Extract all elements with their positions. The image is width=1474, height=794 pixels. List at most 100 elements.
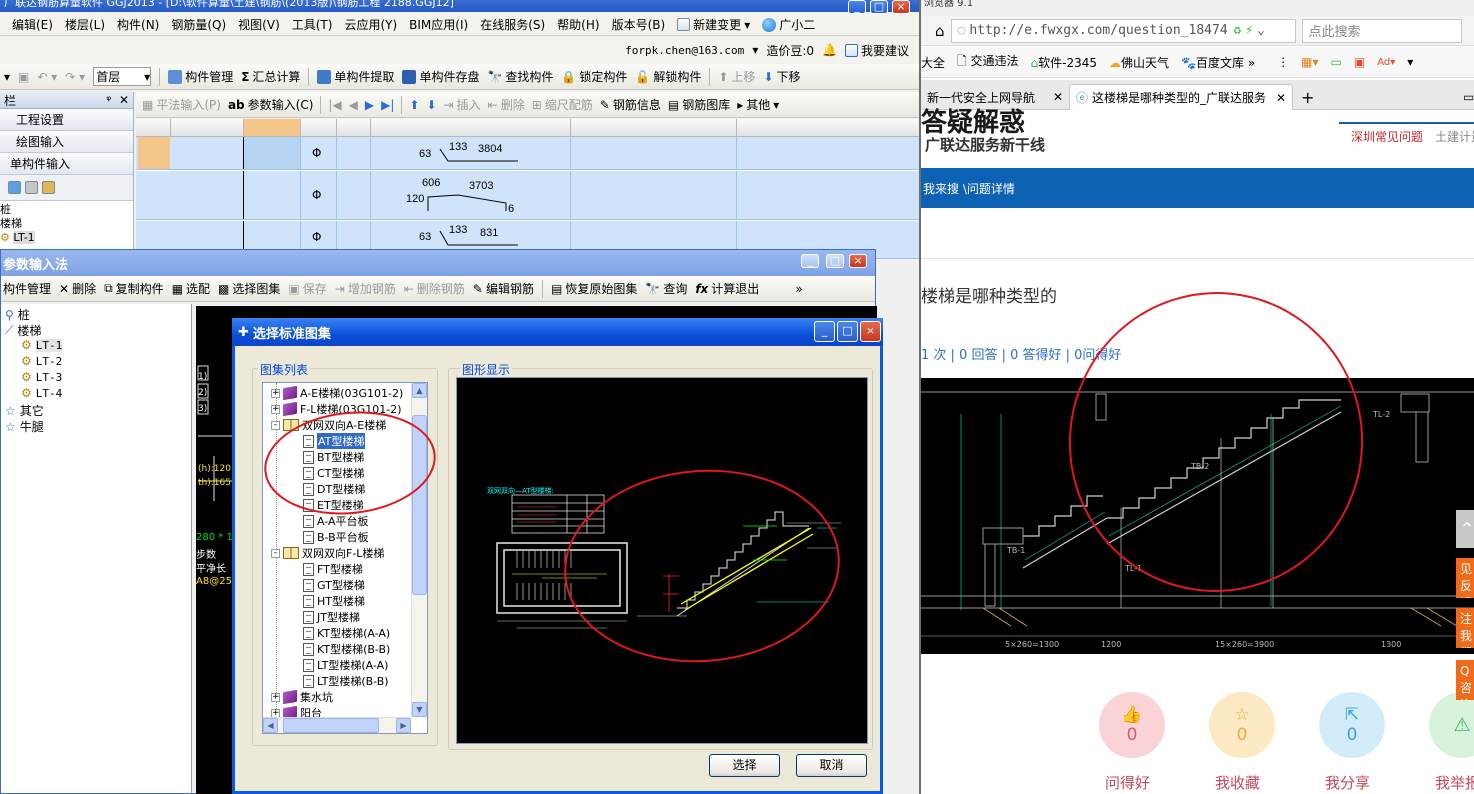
find-component-button[interactable]: 🔭 查找构件 xyxy=(487,68,553,85)
single-extract-button[interactable]: 单构件提取 xyxy=(317,68,394,85)
rebar-library-button[interactable]: ▤ 钢筋图库 xyxy=(668,96,730,113)
tree-node-lt1[interactable]: ⚙ LT-1 xyxy=(21,338,63,352)
query-button[interactable]: 🔭 查询 xyxy=(645,280,687,297)
atlas-list-item[interactable]: JT型楼梯 xyxy=(303,609,360,625)
table-row[interactable]: Φ 63 133 3804 xyxy=(136,137,919,170)
choose-atlas-button[interactable]: ▩ 选择图集 xyxy=(218,280,280,297)
apps-icon[interactable]: ▦▾ xyxy=(1301,55,1318,69)
nav-tree-item-lt1[interactable]: ⚙ LT-1 xyxy=(0,231,133,245)
atlas-list-item[interactable]: KT型楼梯(A-A) xyxy=(303,625,390,641)
atlas-list-item[interactable]: KT型楼梯(B-B) xyxy=(303,641,390,657)
param-close-button[interactable]: × xyxy=(849,254,867,268)
atlas-list-item[interactable]: + A-E楼梯(03G101-2) xyxy=(271,385,403,401)
menu-view[interactable]: 视图(V) xyxy=(232,16,286,33)
follow-tab[interactable]: 关注我们 xyxy=(1456,608,1474,648)
bookmark-2[interactable]: ⌂软件-2345 xyxy=(1031,54,1098,71)
scroll-right-icon[interactable]: ▶ xyxy=(396,718,411,733)
atlas-list-hscroll[interactable]: ◀ ▶ xyxy=(263,717,411,733)
table-row[interactable]: Φ 606 3703 120 6 xyxy=(136,171,919,220)
lock-component-button[interactable]: 🔒 锁定构件 xyxy=(561,68,627,85)
grid-cell[interactable] xyxy=(244,137,300,169)
atlas-list-item[interactable]: LT型楼梯(B-B) xyxy=(303,673,389,689)
menu-floor[interactable]: 楼层(L) xyxy=(59,16,111,33)
link-civil[interactable]: 土建计量 xyxy=(1435,128,1474,145)
move-up-button[interactable]: ⬆ 上移 xyxy=(718,68,755,85)
row-up-icon[interactable]: ⬆ xyxy=(409,98,419,112)
param-delete-button[interactable]: ✕ 删除 xyxy=(59,280,96,297)
param-minimize-button[interactable]: _ xyxy=(801,254,819,268)
dropdown-arrow-icon[interactable]: ▾ xyxy=(1407,55,1413,69)
other-button[interactable]: ▸ 其他 ▾ xyxy=(737,96,779,113)
tree-node-lt2[interactable]: ⚙ LT-2 xyxy=(21,354,62,368)
scroll-up-icon[interactable]: ▲ xyxy=(412,383,427,398)
overflow-chevron-icon[interactable]: » xyxy=(795,282,802,296)
collapse-icon[interactable]: - xyxy=(271,420,280,430)
good-question-button[interactable]: 👍 0 xyxy=(1099,692,1165,758)
calc-exit-button[interactable]: fx 计算退出 xyxy=(695,280,759,297)
rebar-info-button[interactable]: ✎ 钢筋信息 xyxy=(600,96,661,113)
search-input[interactable]: 点此搜索 xyxy=(1301,18,1462,43)
first-record-icon[interactable]: |◀ xyxy=(328,98,341,112)
menu-tools[interactable]: 工具(T) xyxy=(286,16,339,33)
menu-dots-icon[interactable]: ⋮ xyxy=(1277,55,1289,69)
atlas-list-item[interactable]: A-A平台板 xyxy=(303,513,369,529)
chevron-down-icon[interactable]: ⌄ xyxy=(1257,23,1265,38)
suggest-link[interactable]: 我要建议 xyxy=(844,42,909,59)
bookmark-4[interactable]: 🐾百度文库 » xyxy=(1181,54,1255,71)
menu-online[interactable]: 在线服务(S) xyxy=(474,16,551,33)
close-icon[interactable]: ✕ xyxy=(1276,91,1286,105)
menu-bim[interactable]: BIM应用(I) xyxy=(403,16,474,33)
folder-icon[interactable] xyxy=(42,181,55,194)
close-button[interactable]: × xyxy=(892,0,910,14)
single-save-button[interactable]: 单构件存盘 xyxy=(402,68,479,85)
tree-node-pile[interactable]: ⚲ 桩 xyxy=(5,306,30,323)
tree-node-stairs[interactable]: ⟋ 楼梯 xyxy=(5,322,41,339)
dropdown-arrow-icon[interactable]: ▾ xyxy=(752,43,758,57)
minimize-button[interactable]: _ xyxy=(848,0,866,14)
edit-rebar-button[interactable]: ✎ 编辑钢筋 xyxy=(473,280,534,297)
menu-assistant[interactable]: 广小二 xyxy=(756,16,821,33)
home-icon[interactable]: ⌂ xyxy=(935,22,945,40)
scale-rebar-button[interactable]: ⊞ 缩尺配筋 xyxy=(532,96,593,113)
qq-tab[interactable]: QQ咨询 xyxy=(1456,660,1474,700)
paste-icon[interactable] xyxy=(25,181,38,194)
dialog-maximize-button[interactable]: □ xyxy=(837,321,858,342)
favorite-button[interactable]: ☆ 0 xyxy=(1209,692,1275,758)
nav-tree-item-stairs[interactable]: 楼梯 xyxy=(0,217,133,231)
menu-version[interactable]: 版本号(B) xyxy=(606,16,672,33)
address-bar[interactable]: ◌ http://e.fwxgx.com/question_18474 ♻ ⚡ … xyxy=(950,18,1296,43)
flat-input-button[interactable]: ▦ 平法输入(P) xyxy=(142,96,221,113)
ad-icon[interactable]: Ad▾ xyxy=(1377,57,1395,68)
bell-icon[interactable]: 🔔 xyxy=(822,43,837,57)
tree-node-lt3[interactable]: ⚙ LT-3 xyxy=(21,370,62,384)
prev-record-icon[interactable]: ◀ xyxy=(349,98,358,112)
add-rebar-button[interactable]: ⇥ 增加钢筋 xyxy=(335,280,396,297)
floor-select[interactable]: 首层 ▾ xyxy=(93,67,152,86)
insert-button[interactable]: ⇥ 插入 xyxy=(444,96,481,113)
feedback-tab[interactable]: 意见反馈 xyxy=(1456,558,1474,598)
atlas-list-item[interactable]: HT型楼梯 xyxy=(303,593,365,609)
scroll-down-icon[interactable]: ▼ xyxy=(412,702,427,717)
link-shenzhen-faq[interactable]: 深圳常见问题 xyxy=(1351,128,1423,145)
nav-project-settings[interactable]: 工程设置 xyxy=(0,109,133,131)
menu-component[interactable]: 构件(N) xyxy=(111,16,165,33)
dialog-minimize-button[interactable]: _ xyxy=(814,321,835,342)
reader-icon[interactable]: ▭ xyxy=(1331,55,1342,69)
nav-drawing-input[interactable]: 绘图输入 xyxy=(0,131,133,153)
menu-edit[interactable]: 编辑(E) xyxy=(6,16,59,33)
atlas-list-item[interactable]: + 集水坑 xyxy=(271,689,333,705)
new-tab-button[interactable]: + xyxy=(1295,84,1320,110)
tree-node-lt4[interactable]: ⚙ LT-4 xyxy=(21,386,62,400)
expand-icon[interactable]: + xyxy=(271,404,280,414)
menu-new-change[interactable]: 新建变更 ▾ xyxy=(671,16,756,33)
component-manage-button[interactable]: 构件管理 xyxy=(168,68,233,85)
cancel-button[interactable]: 取消 xyxy=(796,754,867,777)
row-down-icon[interactable]: ⬇ xyxy=(426,98,436,112)
atlas-list-item[interactable]: - 双网双向F-L楼梯 xyxy=(271,545,384,561)
select-match-button[interactable]: ▦ 选配 xyxy=(172,280,210,297)
param-save-button[interactable]: ▣ 保存 xyxy=(288,280,326,297)
copy-icon[interactable] xyxy=(8,181,21,194)
calendar-icon[interactable]: ▣ xyxy=(1354,55,1365,69)
report-button[interactable]: ⚠ xyxy=(1429,692,1474,758)
menu-cloud[interactable]: 云应用(Y) xyxy=(338,16,403,33)
